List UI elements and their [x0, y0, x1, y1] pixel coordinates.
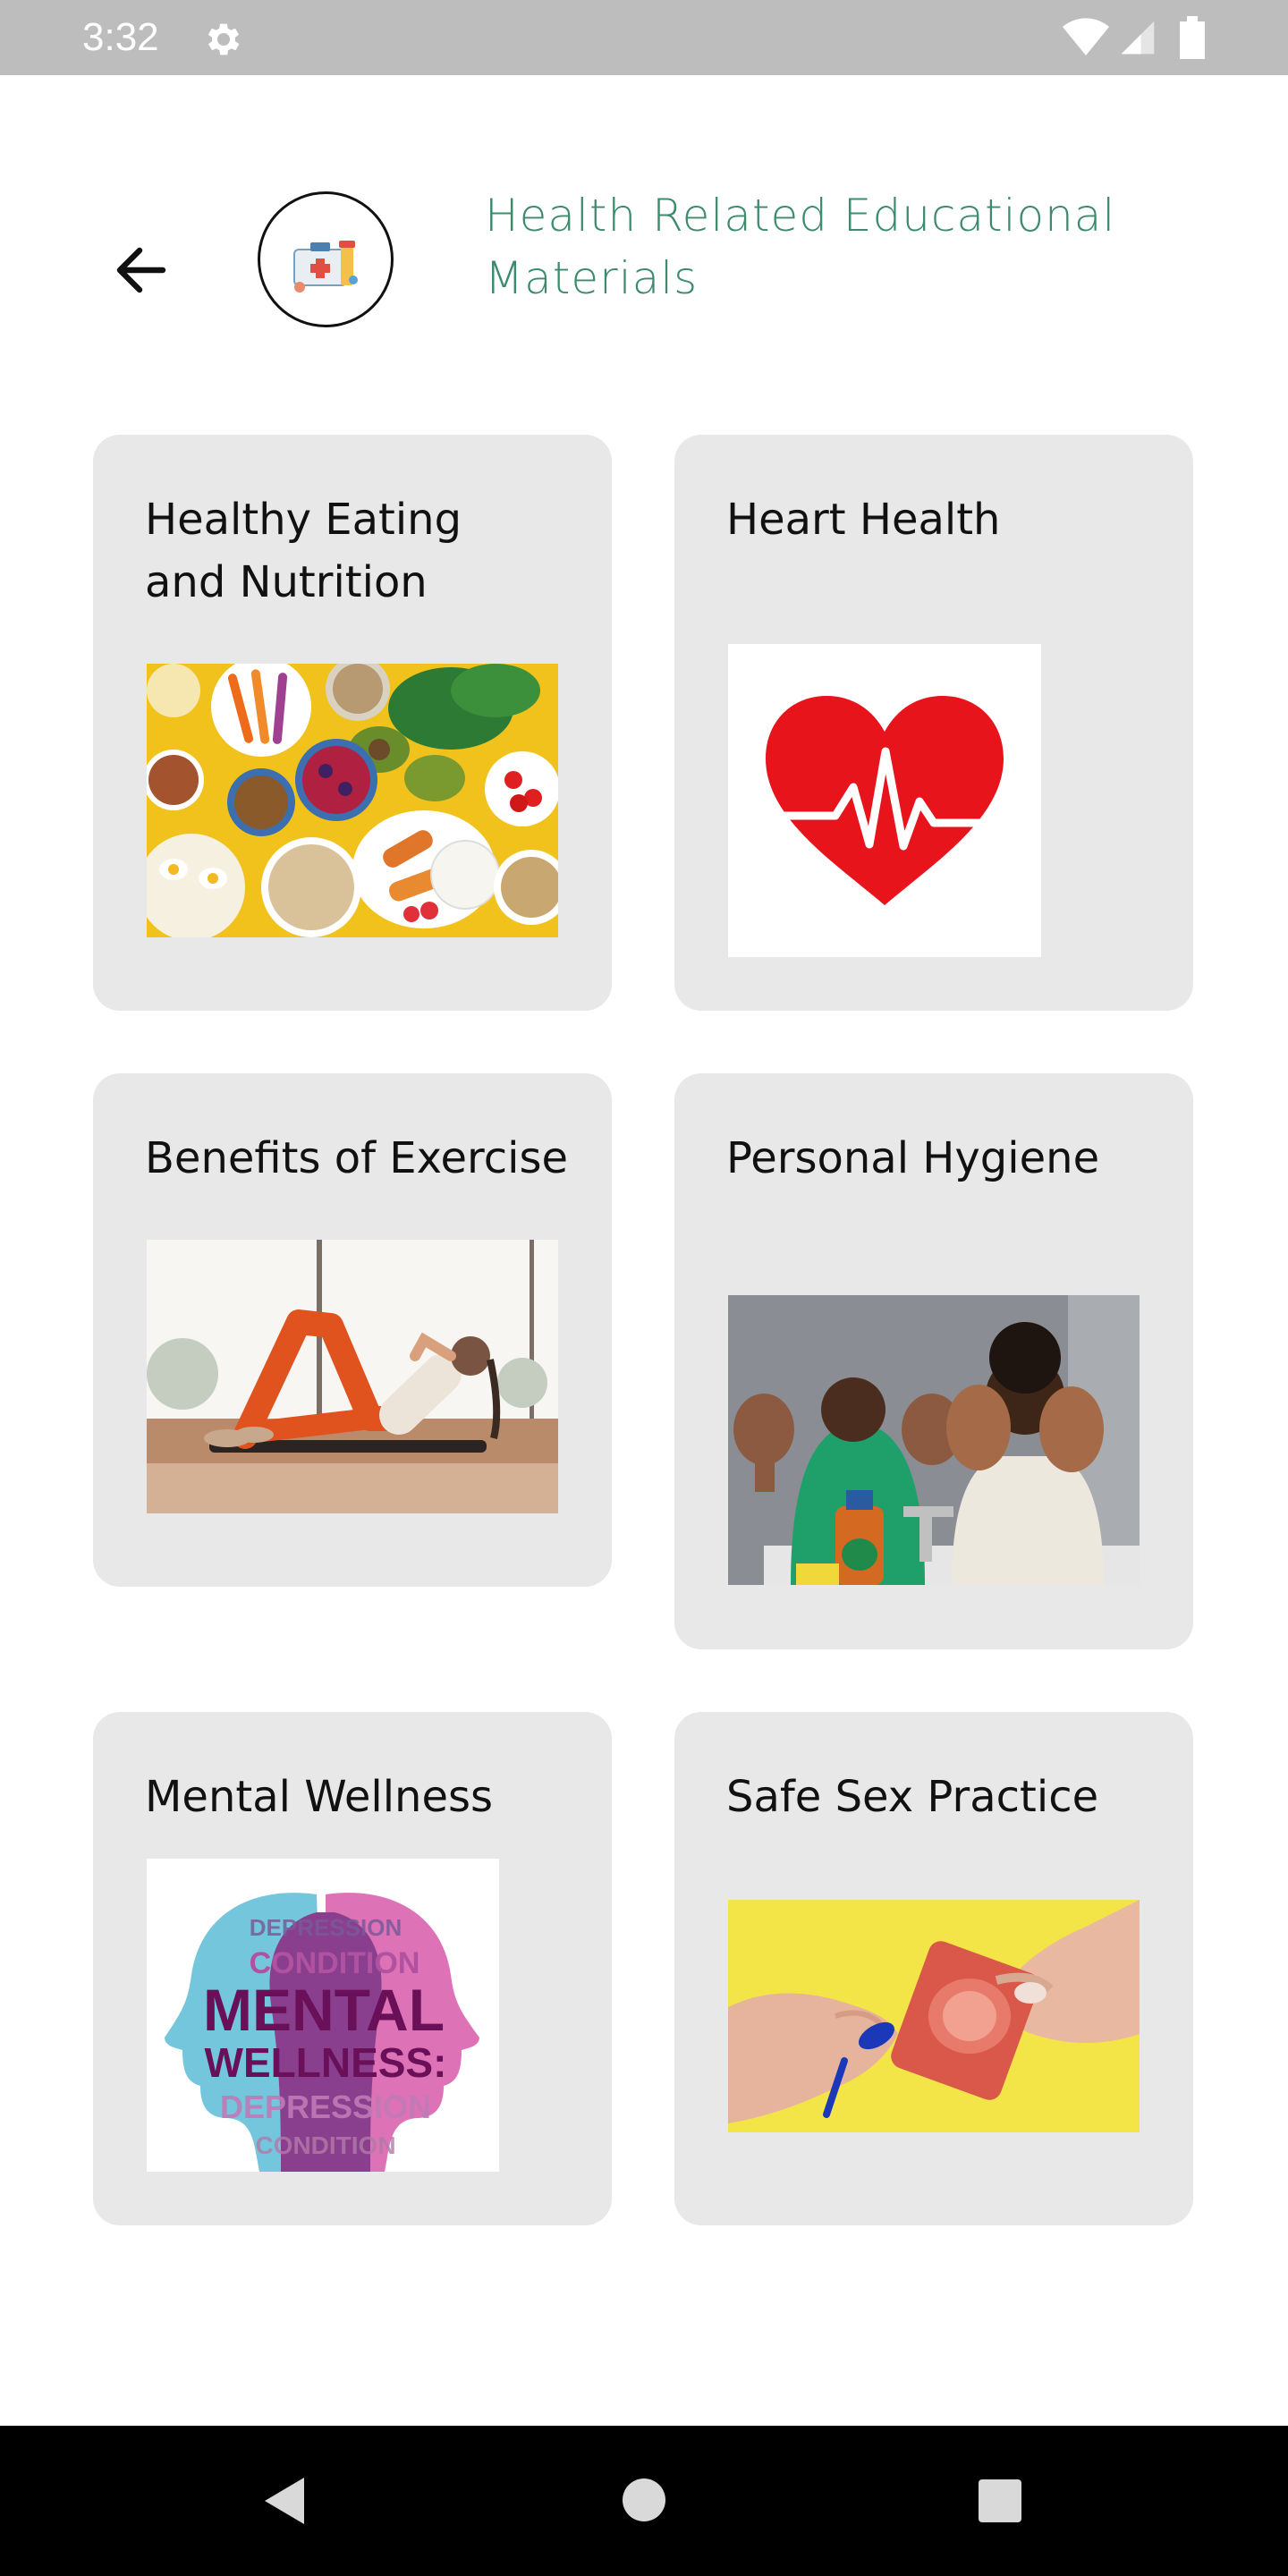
card-label: Healthy Eating and Nutrition [145, 495, 462, 607]
card-label: Benefits of Exercise [145, 1133, 568, 1183]
mental-wellness-image-text: DEPRESSION [220, 2089, 431, 2125]
home-circle-icon[interactable] [620, 2476, 668, 2524]
heart-pulse-image [728, 644, 1041, 957]
mental-wellness-image-text: WELLNESS: [205, 2039, 447, 2086]
card-label: Mental Wellness [145, 1772, 494, 1822]
back-arrow-icon[interactable] [106, 234, 177, 306]
card-label: Heart Health [726, 495, 1001, 545]
card-mental-wellness[interactable]: Mental Wellness DEPRESSION CONDITION MEN… [93, 1712, 612, 2225]
wifi-icon [1063, 18, 1109, 55]
battery-icon [1180, 16, 1205, 59]
card-healthy-eating[interactable]: Healthy Eating and Nutrition [93, 435, 612, 1011]
card-safe-sex-practice[interactable]: Safe Sex Practice [674, 1712, 1193, 2225]
mental-wellness-image-text: CONDITION [255, 2131, 395, 2159]
card-label: Safe Sex Practice [726, 1772, 1099, 1822]
app-logo [258, 191, 394, 327]
woman-situps-image [147, 1240, 558, 1513]
card-heart-health[interactable]: Heart Health [674, 435, 1193, 1011]
mental-wellness-image-text: DEPRESSION [250, 1914, 402, 1941]
handwashing-family-image [728, 1295, 1140, 1585]
recents-square-icon[interactable] [977, 2478, 1023, 2524]
signal-icon [1121, 21, 1155, 55]
medical-kit-icon [293, 241, 358, 292]
card-personal-hygiene[interactable]: Personal Hygiene [674, 1073, 1193, 1649]
page-title: Health Related Educational Materials [485, 190, 1116, 304]
card-benefits-of-exercise[interactable]: Benefits of Exercise [93, 1073, 612, 1587]
food-bowls-image [147, 664, 558, 937]
mental-wellness-image-text: CONDITION [250, 1946, 420, 1980]
mental-wellness-image-text: MENTAL [203, 1977, 445, 2043]
gear-icon [208, 23, 240, 55]
status-bar: 3:32 [0, 0, 1288, 75]
status-time: 3:32 [82, 15, 159, 59]
mental-wellness-heads-image: DEPRESSION CONDITION MENTAL WELLNESS: DE… [147, 1859, 499, 2172]
system-nav-bar [0, 2426, 1288, 2576]
card-label: Personal Hygiene [726, 1133, 1100, 1183]
back-triangle-icon[interactable] [259, 2474, 309, 2528]
condom-hands-image [728, 1900, 1140, 2132]
